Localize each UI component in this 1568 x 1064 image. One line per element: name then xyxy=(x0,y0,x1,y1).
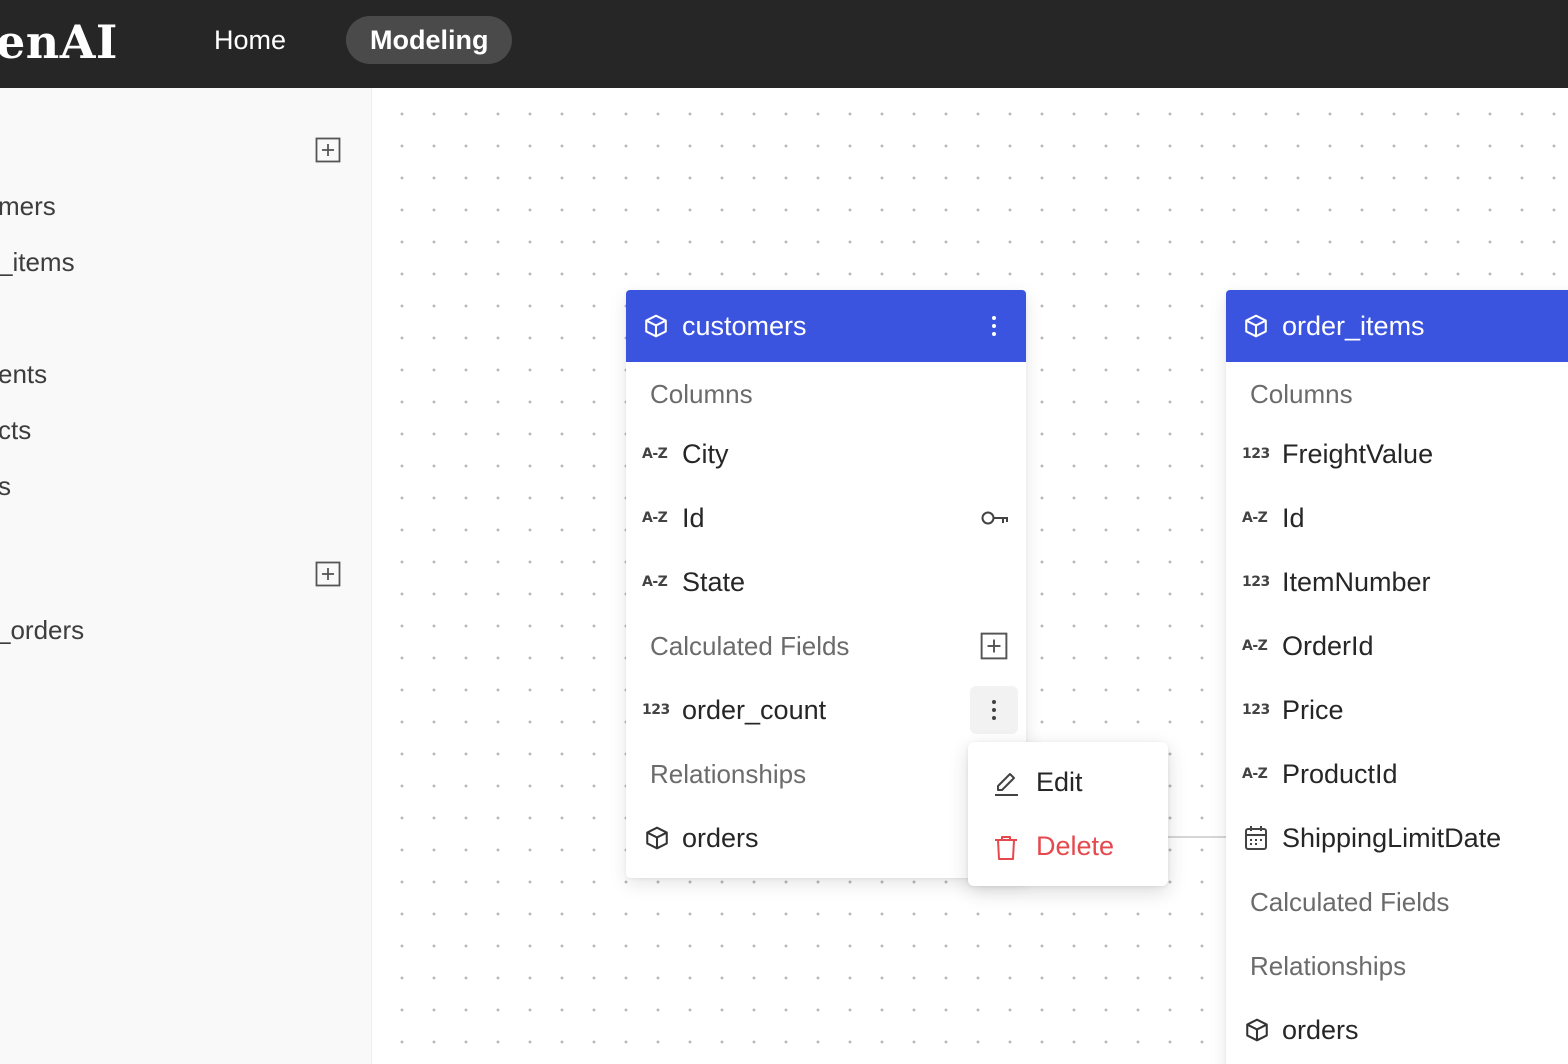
column-name: Id xyxy=(1282,503,1305,533)
top-nav-bar: enAI Home Modeling xyxy=(0,0,1568,88)
section-label: Relationships xyxy=(1250,951,1407,981)
column-name: Price xyxy=(1282,695,1344,725)
column-row[interactable]: ShippingLimitDate xyxy=(1226,806,1568,870)
text-type-icon: A-Z xyxy=(1242,510,1268,526)
text-type-icon: A-Z xyxy=(1242,766,1268,782)
sidebar-item-products[interactable]: cts xyxy=(0,414,31,446)
model-card-customers[interactable]: customers Columns A-Z City A-Z Id A-Z St… xyxy=(626,290,1026,878)
relationship-row[interactable]: orders xyxy=(626,806,1026,870)
model-card-header[interactable]: customers xyxy=(626,290,1026,362)
column-row[interactable]: A-Z City xyxy=(626,422,1026,486)
more-vertical-icon[interactable] xyxy=(980,312,1008,340)
field-more-button[interactable] xyxy=(970,686,1018,734)
text-type-icon: A-Z xyxy=(642,446,668,462)
section-label: Calculated Fields xyxy=(1250,887,1450,917)
section-label: Columns xyxy=(1250,379,1353,409)
sidebar-item-reviews[interactable]: s xyxy=(0,470,11,502)
menu-item-delete[interactable]: Delete xyxy=(968,814,1168,878)
sidebar-item-customers[interactable]: mers xyxy=(0,190,56,222)
section-label: Calculated Fields xyxy=(650,631,850,661)
add-calculated-field-icon[interactable] xyxy=(980,632,1008,660)
section-calculated-fields: Calculated Fields xyxy=(1226,870,1568,934)
column-name: State xyxy=(682,567,746,597)
sidebar: mers _items ents cts s _orders xyxy=(0,88,372,1064)
cube-icon xyxy=(645,314,667,338)
column-row[interactable]: A-Z ProductId xyxy=(1226,742,1568,806)
text-type-icon: A-Z xyxy=(642,574,668,590)
number-type-icon: 123 xyxy=(1242,446,1270,462)
number-type-icon: 123 xyxy=(1242,702,1270,718)
menu-item-label: Delete xyxy=(1036,831,1115,861)
relationship-row[interactable]: orders xyxy=(1226,998,1568,1062)
column-name: FreightValue xyxy=(1282,439,1434,469)
menu-item-label: Edit xyxy=(1036,767,1083,797)
relationship-name: orders xyxy=(1282,1015,1359,1045)
more-vertical-icon xyxy=(992,700,996,720)
section-label: Columns xyxy=(650,379,753,409)
column-row[interactable]: 123 Price xyxy=(1226,678,1568,742)
column-name: ShippingLimitDate xyxy=(1282,823,1502,853)
calculated-field-row[interactable]: 123 order_count xyxy=(626,678,1026,742)
sidebar-item-payments[interactable]: ents xyxy=(0,358,47,390)
primary-key-icon xyxy=(981,511,1008,525)
text-type-icon: A-Z xyxy=(1242,638,1268,654)
model-card-header[interactable]: order_items xyxy=(1226,290,1568,362)
model-title: order_items xyxy=(1282,311,1425,341)
nav-modeling-tab[interactable]: Modeling xyxy=(346,16,513,64)
number-type-icon: 123 xyxy=(642,702,670,718)
menu-item-edit[interactable]: Edit xyxy=(968,750,1168,814)
section-relationships: Relationships xyxy=(1226,934,1568,998)
sidebar-item-view-orders[interactable]: _orders xyxy=(0,614,84,646)
nav-home-tab[interactable]: Home xyxy=(190,16,310,64)
section-calculated-fields: Calculated Fields xyxy=(626,614,1026,678)
cube-icon xyxy=(646,826,668,850)
column-row[interactable]: 123 FreightValue xyxy=(1226,422,1568,486)
number-type-icon: 123 xyxy=(1242,574,1270,590)
column-name: Id xyxy=(682,503,705,533)
section-columns: Columns xyxy=(1226,362,1568,426)
sidebar-item-order-items[interactable]: _items xyxy=(0,246,75,278)
column-name: ItemNumber xyxy=(1282,567,1431,597)
section-relationships: Relationships xyxy=(626,742,1026,806)
text-type-icon: A-Z xyxy=(642,510,668,526)
edit-pencil-icon xyxy=(995,773,1018,796)
calculated-field-name: order_count xyxy=(682,695,827,725)
column-name: ProductId xyxy=(1282,759,1398,789)
column-row[interactable]: A-Z State xyxy=(626,550,1026,614)
model-title: customers xyxy=(682,311,807,341)
column-name: City xyxy=(682,439,729,469)
calendar-icon xyxy=(1245,826,1267,850)
section-columns: Columns xyxy=(626,362,1026,426)
section-label: Relationships xyxy=(650,759,807,789)
trash-icon xyxy=(995,836,1017,860)
app-logo[interactable]: enAI xyxy=(0,14,118,70)
model-card-order-items[interactable]: order_items Columns 123 FreightValue A-Z… xyxy=(1226,290,1568,1064)
add-view-icon[interactable] xyxy=(315,561,341,587)
field-context-menu: Edit Delete xyxy=(968,742,1168,886)
relationship-edge[interactable] xyxy=(1168,836,1226,838)
cube-icon xyxy=(1246,1018,1268,1042)
column-name: OrderId xyxy=(1282,631,1374,661)
column-row[interactable]: 123 ItemNumber xyxy=(1226,550,1568,614)
column-row[interactable]: A-Z Id xyxy=(1226,486,1568,550)
column-row[interactable]: A-Z Id xyxy=(626,486,1026,550)
relationship-name: orders xyxy=(682,823,759,853)
cube-icon xyxy=(1245,314,1267,338)
add-model-icon[interactable] xyxy=(315,137,341,163)
column-row[interactable]: A-Z OrderId xyxy=(1226,614,1568,678)
